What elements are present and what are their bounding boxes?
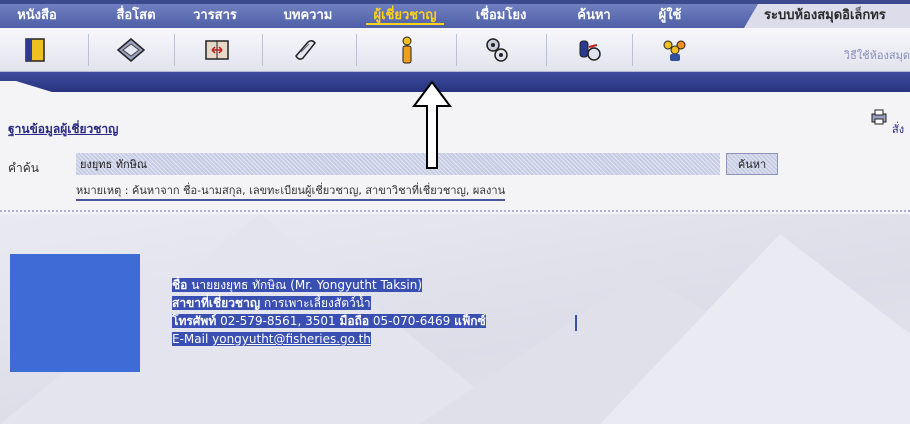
expert-mobile: 05-070-6469 — [372, 314, 451, 328]
search-label: คำค้น — [8, 161, 39, 175]
search-note: หมายเหตุ : ค้นหาจาก ชื่อ-นามสกุล, เลขทะเ… — [76, 181, 506, 201]
toolbar-separator — [262, 34, 263, 66]
name-label: ชื่อ — [172, 278, 188, 292]
tab-articles[interactable]: บทความ — [272, 5, 344, 27]
usage-help-link[interactable]: วิธีใช้ห้องสมุด — [844, 46, 910, 64]
print-label[interactable]: สั่ง — [892, 120, 904, 138]
expert-email-row: E-Mail yongyutht@fisheries.go.th — [172, 332, 371, 346]
tab-links[interactable]: เชื่อมโยง — [462, 5, 540, 27]
search-binoculars-icon[interactable] — [568, 32, 614, 68]
text-cursor — [575, 315, 577, 331]
expert-info: ชื่อ นายยงยุทธ ทักษิณ (Mr. Yongyutht Tak… — [172, 276, 486, 348]
tab-av-media[interactable]: สื่อโสต — [106, 5, 166, 27]
toolbar-separator — [88, 34, 89, 66]
expert-phone: 02-579-8561, 3501 — [220, 314, 336, 328]
header-band — [0, 72, 910, 92]
toolbar-separator — [174, 34, 175, 66]
section-title: ฐานข้อมูลผู้เชี่ยวชาญ — [8, 122, 119, 136]
tab-journals[interactable]: วารสาร — [184, 5, 246, 27]
toolbar-separator — [356, 34, 357, 66]
link-gears-icon[interactable] — [474, 32, 520, 68]
book-icon[interactable] — [12, 32, 58, 68]
phone-label: โทรศัพท์ — [172, 314, 217, 328]
expert-person-icon[interactable] — [384, 32, 430, 68]
print-icon[interactable] — [870, 109, 888, 129]
toolbar-separator — [546, 34, 547, 66]
scroll-icon[interactable] — [282, 32, 328, 68]
tab-experts[interactable]: ผู้เชี่ยวชาญ — [362, 5, 448, 27]
expert-name: นายยงยุทธ ทักษิณ (Mr. Yongyutht Taksin) — [191, 278, 423, 292]
fax-label: แฟ็กซ์ — [454, 314, 486, 328]
field-label: สาขาที่เชี่ยวชาญ — [172, 296, 261, 310]
tab-users[interactable]: ผู้ใช้ — [648, 5, 692, 27]
email-label: E-Mail — [172, 332, 209, 346]
mobile-label: มือถือ — [339, 314, 370, 328]
tab-search[interactable]: ค้นหา — [566, 5, 622, 27]
expert-email-link[interactable]: yongyutht@fisheries.go.th — [212, 332, 371, 346]
expert-contact-row: โทรศัพท์ 02-579-8561, 3501 มือถือ 05-070… — [172, 314, 486, 328]
search-button[interactable]: ค้นหา — [726, 153, 778, 175]
divider — [0, 210, 910, 213]
expert-photo — [10, 254, 140, 372]
toolbar-separator — [456, 34, 457, 66]
diskette-icon[interactable] — [108, 32, 154, 68]
top-nav-bar: หนังสือ สื่อโสต วารสาร บทความ ผู้เชี่ยวช… — [0, 0, 910, 28]
book-open-icon[interactable] — [194, 32, 240, 68]
expert-name-row: ชื่อ นายยงยุทธ ทักษิณ (Mr. Yongyutht Tak… — [172, 278, 423, 292]
toolbar-separator — [632, 34, 633, 66]
users-group-icon[interactable] — [652, 32, 698, 68]
expert-field-row: สาขาที่เชี่ยวชาญ การเพาะเลี้ยงสัตว์น้ำ — [172, 296, 371, 310]
tab-books[interactable]: หนังสือ — [8, 5, 66, 27]
icon-toolbar: วิธีใช้ห้องสมุด — [0, 28, 910, 72]
system-title: ระบบห้องสมุดอิเล็กทร — [744, 4, 910, 28]
up-arrow-annotation — [410, 80, 454, 176]
search-input[interactable] — [76, 153, 720, 175]
expert-field: การเพาะเลี้ยงสัตว์น้ำ — [263, 296, 371, 310]
